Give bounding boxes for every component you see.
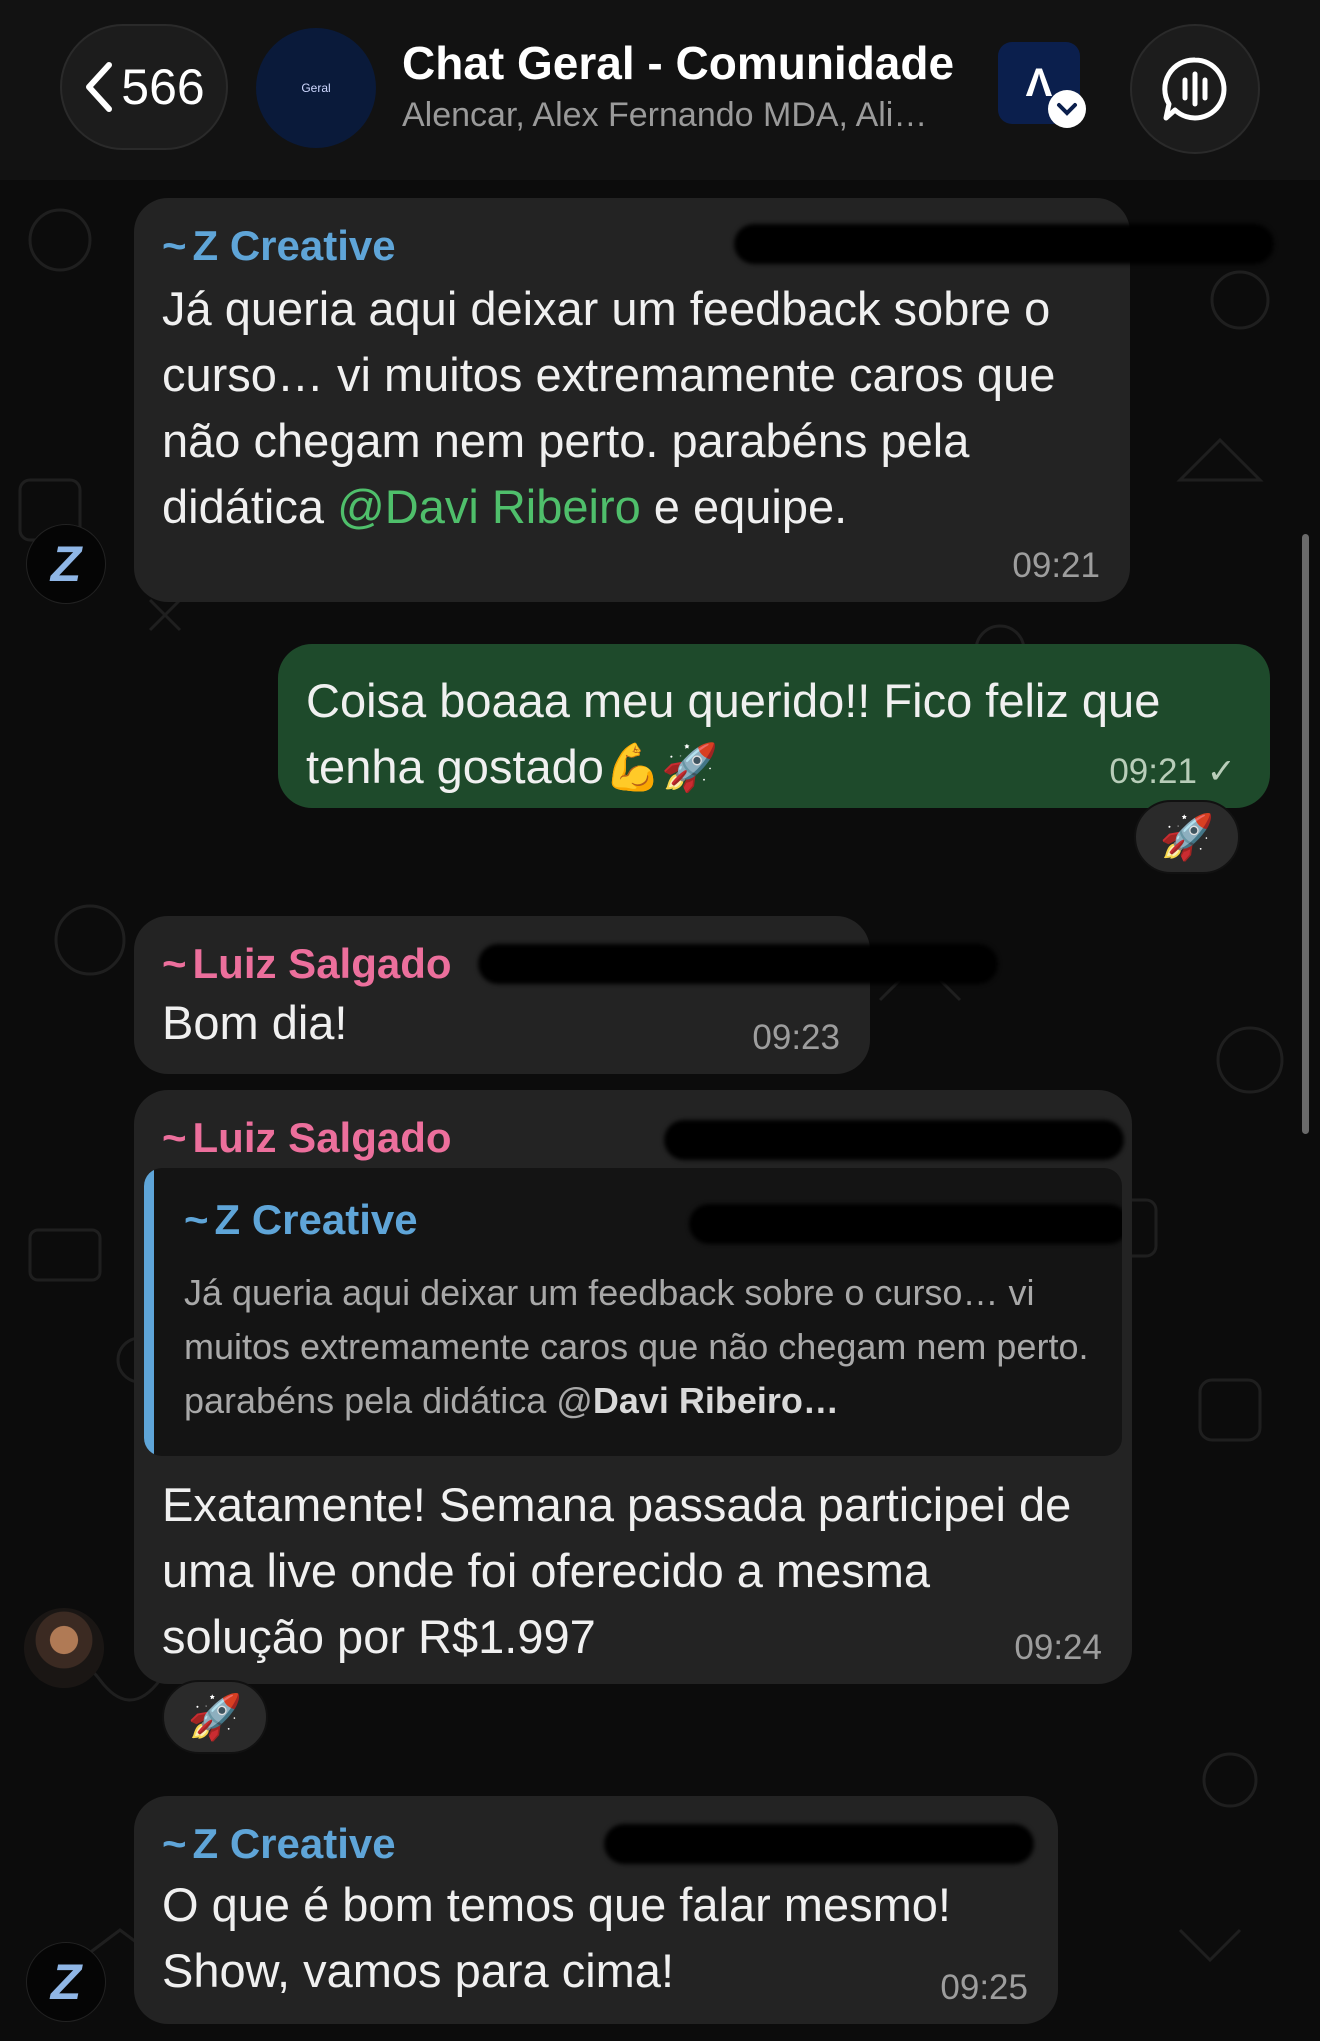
message-time: 09:24 [1014,1628,1102,1667]
reaction-rocket[interactable]: 🚀 [1134,800,1240,874]
reaction-rocket[interactable]: 🚀 [162,1680,268,1754]
community-badge-label: Λ [1025,60,1053,105]
message-bubble[interactable]: ~ Luiz Salgado ~ Z Creative Já queria aq… [134,1090,1132,1684]
sender-label: Z Creative [192,222,396,269]
mention-link[interactable]: @Davi Ribeiro [337,480,641,533]
message-text: Bom dia! [162,996,348,1049]
avatar-letter: Z [50,536,82,592]
group-avatar[interactable]: Geral [256,28,376,148]
group-avatar-label: Geral [301,81,331,95]
chat-header: 566 Geral Chat Geral - Comunidade Alenca… [0,0,1320,180]
message-bubble[interactable]: ~ Z Creative O que é bom temos que falar… [134,1796,1058,2024]
sender-label: Z Creative [214,1196,418,1243]
reply-quote[interactable]: ~ Z Creative Já queria aqui deixar um fe… [144,1168,1122,1456]
chat-title[interactable]: Chat Geral - Comunidade [402,36,954,90]
message-text: Coisa boaaa meu querido!! Fico feliz que… [306,668,1242,800]
redacted-phone [478,944,998,984]
chevron-left-icon [86,62,113,112]
message-bubble[interactable]: ~ Luiz Salgado Bom dia! 09:23 [134,916,998,1074]
message-text: Exatamente! Semana passada participei de… [162,1478,1072,1663]
quote-sender: ~ Z Creative [184,1196,418,1244]
redacted-phone [664,1120,1124,1160]
redacted-phone [604,1824,1034,1864]
avatar-luiz-salgado[interactable] [24,1608,104,1688]
avatar-z-creative[interactable]: Z [26,524,106,604]
chat-participants[interactable]: Alencar, Alex Fernando MDA, Ali… [402,96,927,135]
community-badge[interactable]: Λ [998,42,1086,128]
redacted-phone [734,224,1274,264]
quote-mention: Davi Ribeiro… [592,1380,839,1421]
sender-tilde: ~ [184,1196,209,1243]
message-time: 09:23 [752,1018,840,1057]
voice-chat-icon [1162,57,1227,121]
message-text: Já queria aqui deixar um feedback sobre … [162,276,1102,540]
message-text: O que é bom temos que falar mesmo! Show,… [162,1878,951,1997]
sender-tilde: ~ [162,1114,187,1161]
redacted-phone [689,1204,1122,1244]
quote-accent-bar [144,1168,154,1456]
chevron-down-icon [1048,90,1086,128]
emoji: 💪🚀 [603,741,719,793]
message-bubble[interactable]: ~ Z Creative Já queria aqui deixar um fe… [134,198,1274,602]
message-time: 09:25 [940,1968,1028,2007]
sender-tilde: ~ [162,940,187,987]
unread-count: 566 [121,59,205,115]
message-time: 09:21 [1109,752,1197,791]
message-time: 09:21 [1012,546,1100,585]
sender-label: Luiz Salgado [192,1114,452,1161]
sender-label: Z Creative [192,1820,396,1867]
scrollbar[interactable] [1302,534,1309,1134]
avatar-letter: Z [50,1954,82,2010]
voice-chat-button[interactable] [1130,24,1260,154]
avatar-z-creative[interactable]: Z [26,1942,106,2022]
own-message-bubble[interactable]: Coisa boaaa meu querido!! Fico feliz que… [278,644,1270,808]
message-text-part: e equipe. [640,480,848,533]
message-text-part: Coisa boaaa meu querido!! Fico feliz que… [306,674,1161,793]
message-time-row: 09:21 ✓ [1109,752,1236,792]
quote-text: Já queria aqui deixar um feedback sobre … [184,1266,1104,1428]
back-button[interactable]: 566 [60,24,228,150]
sender-tilde: ~ [162,222,187,269]
sent-check-icon: ✓ [1206,752,1236,791]
sender-label: Luiz Salgado [192,940,452,987]
sender-tilde: ~ [162,1820,187,1867]
